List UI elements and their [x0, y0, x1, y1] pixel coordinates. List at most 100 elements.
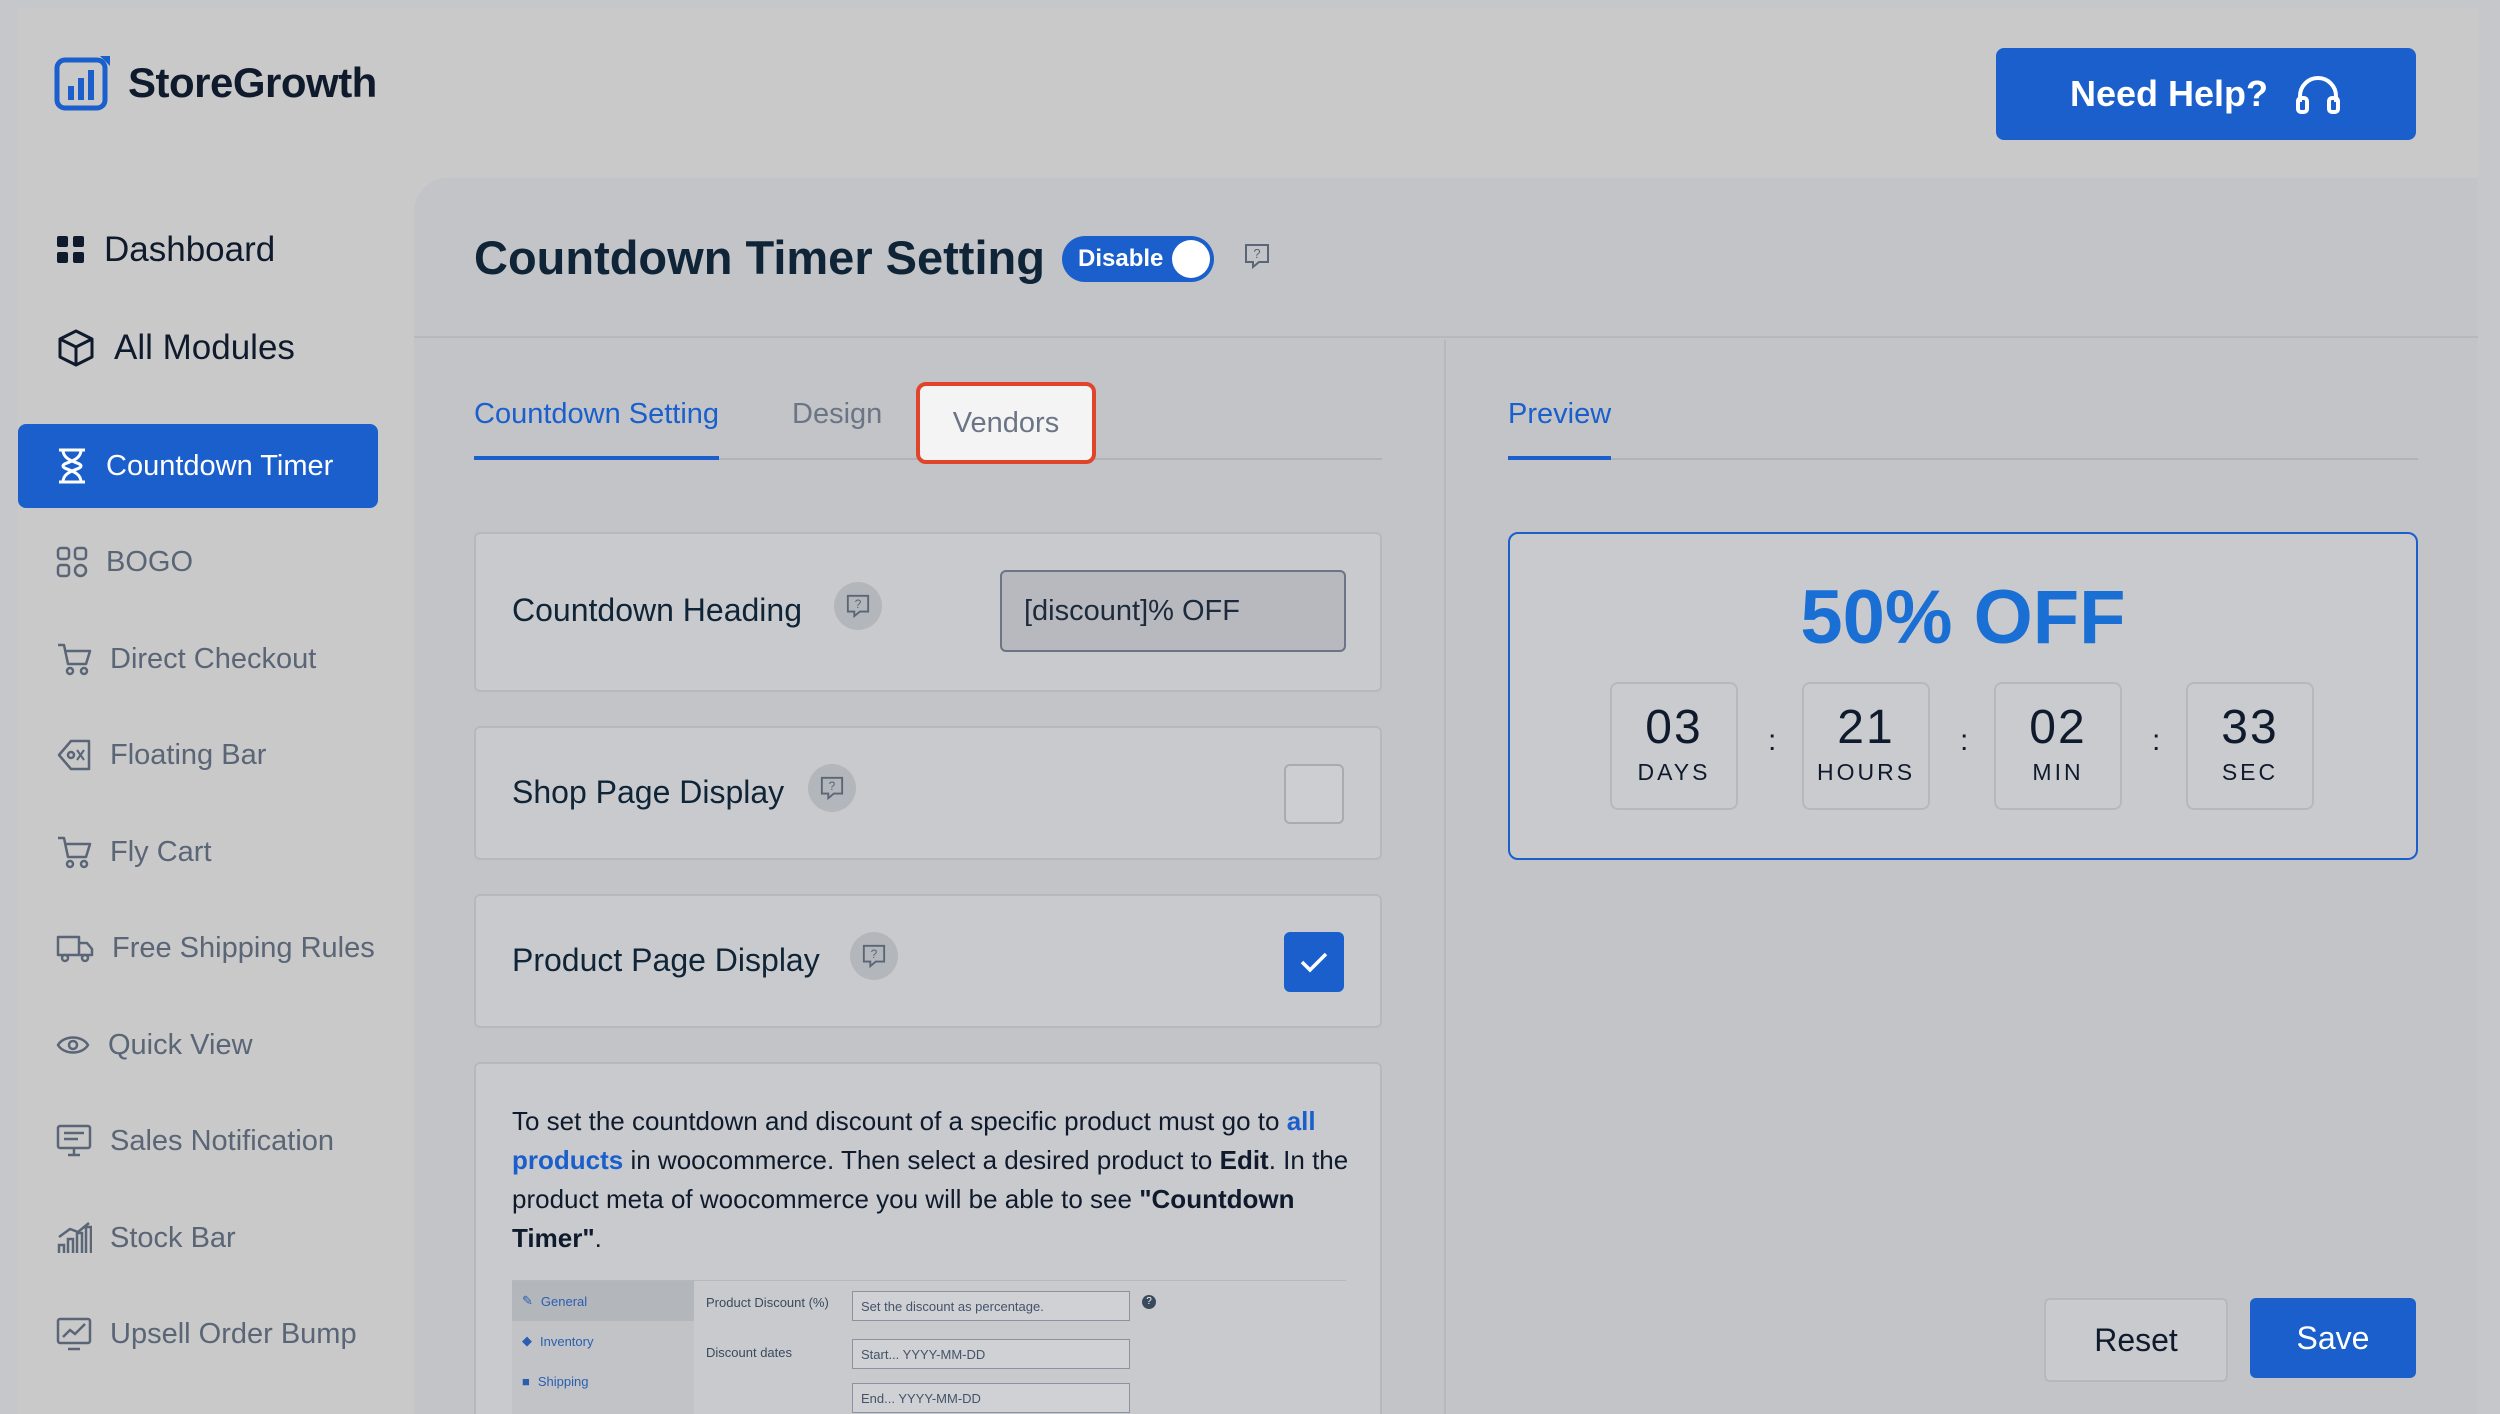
sidebar-item-label: Dashboard [104, 230, 276, 269]
sidebar-item-quick-view[interactable]: Quick View [18, 1003, 378, 1087]
countdown-unit-label: DAYS [1637, 759, 1711, 785]
svg-text:?: ? [829, 779, 836, 793]
countdown-heading-card: Countdown Heading ? [474, 532, 1382, 692]
help-icon: ? [1142, 1295, 1156, 1309]
tab-countdown-setting[interactable]: Countdown Setting [474, 398, 720, 460]
save-button[interactable]: Save [2250, 1298, 2416, 1378]
mini-tab-label: Shipping [537, 1373, 589, 1389]
sidebar-item-label: Free Shipping Rules [112, 931, 375, 964]
help-icon[interactable]: ? [834, 582, 882, 630]
tab-design[interactable]: Design [792, 398, 882, 460]
product-page-display-label: Product Page Display [512, 942, 820, 978]
sidebar-item-direct-checkout[interactable]: Direct Checkout [18, 617, 378, 701]
sidebar-item-label: Fly Cart [110, 835, 212, 868]
page-title: Countdown Timer Setting [474, 231, 1045, 284]
tag-icon [57, 739, 91, 771]
info-text-part: in woocommerce. Then select a desired pr… [623, 1145, 1220, 1175]
need-help-button[interactable]: Need Help? [1996, 48, 2416, 140]
reset-button[interactable]: Reset [2044, 1298, 2228, 1382]
sidebar-item-label: BOGO [106, 545, 194, 578]
sidebar-item-countdown-timer[interactable]: Countdown Timer [18, 424, 378, 508]
cart-icon [58, 643, 92, 676]
cart-icon [58, 836, 92, 869]
tab-vendors[interactable]: Vendors [916, 382, 1096, 464]
shop-page-display-label: Shop Page Display [512, 774, 785, 810]
preview-heading: 50% OFF [1800, 575, 2126, 660]
sidebar-item-label: Countdown Timer [106, 449, 334, 482]
toggle-label: Disable [1078, 245, 1164, 272]
sidebar-item-stock-bar[interactable]: Stock Bar [18, 1196, 378, 1280]
countdown-hours: 21 HOURS [1802, 682, 1930, 810]
countdown-minutes: 02 MIN [1994, 682, 2122, 810]
edit-emphasis: Edit [1219, 1145, 1269, 1175]
svg-text:?: ? [855, 597, 862, 611]
countdown-days: 03 DAYS [1610, 682, 1738, 810]
countdown-value: 02 [2029, 701, 2087, 754]
brand-name: StoreGrowth [128, 59, 377, 106]
info-text-part: To set the countdown and discount of a s… [512, 1106, 1287, 1136]
sidebar-item-label: Direct Checkout [110, 642, 317, 675]
sidebar-item-label: Stock Bar [110, 1221, 236, 1254]
product-meta-screenshot: ✎ General ◆ Inventory ■ Shipping Product Di… [512, 1280, 1346, 1414]
bogo-icon [56, 546, 88, 578]
mini-tab-label: General [540, 1293, 588, 1309]
countdown-preview: 50% OFF 03 DAYS : 21 HOURS : 02 MIN : 33… [1508, 532, 2418, 860]
countdown-unit-label: SEC [2221, 759, 2279, 785]
shop-page-display-checkbox[interactable] [1284, 764, 1344, 824]
countdown-seconds: 33 SEC [2186, 682, 2314, 810]
shop-page-display-card: Shop Page Display ? [474, 726, 1382, 860]
monitor-icon [56, 1124, 92, 1157]
info-card: To set the countdown and discount of a s… [474, 1062, 1382, 1414]
module-enable-toggle[interactable]: Disable [1062, 236, 1214, 282]
countdown-heading-input[interactable] [1000, 570, 1346, 652]
info-text: To set the countdown and discount of a s… [512, 1102, 1352, 1258]
hourglass-icon [59, 448, 85, 484]
logo-icon [54, 56, 110, 111]
sidebar-item-fly-cart[interactable]: Fly Cart [18, 810, 378, 894]
sidebar-item-free-shipping-rules[interactable]: Free Shipping Rules [18, 906, 378, 990]
need-help-label: Need Help? [2069, 73, 2269, 114]
countdown-separator: : [1960, 724, 1969, 757]
truck-icon [56, 935, 94, 963]
sidebar-item-floating-bar[interactable]: Floating Bar [18, 713, 378, 797]
help-icon[interactable]: ? [1244, 243, 1270, 269]
mini-start-input: Start... YYYY-MM-DD [852, 1339, 1130, 1369]
tab-preview[interactable]: Preview [1508, 398, 1612, 460]
sidebar-item-upsell-order-bump[interactable]: Upsell Order Bump [18, 1292, 378, 1376]
sidebar-item-dashboard[interactable]: Dashboard [56, 230, 275, 270]
page-header: Countdown Timer Setting Disable ? [414, 178, 2478, 338]
sidebar-item-label: All Modules [114, 328, 295, 367]
mini-end-input: End... YYYY-MM-DD [852, 1383, 1130, 1413]
check-icon [1300, 952, 1328, 973]
sidebar-item-bogo[interactable]: BOGO [18, 520, 378, 604]
eye-icon [56, 1036, 90, 1054]
countdown-value: 21 [1837, 701, 1895, 754]
wrench-icon: ✎ [522, 1293, 533, 1308]
help-icon[interactable]: ? [850, 932, 898, 980]
countdown-separator: : [2152, 724, 2161, 757]
cube-icon [58, 329, 94, 367]
panel-divider [1444, 340, 1446, 1414]
sidebar-item-label: Upsell Order Bump [110, 1317, 357, 1350]
mini-tab-general: ✎ General [512, 1281, 694, 1321]
chart-icon [56, 1317, 92, 1351]
sidebar-item-sales-notification[interactable]: Sales Notification [18, 1099, 378, 1183]
bar-chart-icon [57, 1222, 92, 1253]
toggle-knob [1172, 240, 1210, 278]
logo[interactable]: StoreGrowth [54, 54, 377, 112]
sidebar-item-all-modules[interactable]: All Modules [56, 328, 295, 368]
countdown-unit-label: MIN [2032, 759, 2084, 785]
mini-discount-label: Product Discount (%) [706, 1295, 829, 1310]
headphones-icon [2296, 76, 2341, 114]
help-icon[interactable]: ? [808, 764, 856, 812]
info-text-part: . [594, 1223, 602, 1253]
diamond-icon: ◆ [522, 1333, 532, 1348]
mini-tab-shipping: ■ Shipping [512, 1361, 694, 1401]
countdown-separator: : [1768, 724, 1777, 757]
mini-tab-inventory: ◆ Inventory [512, 1321, 694, 1361]
countdown-value: 03 [1645, 701, 1703, 754]
sidebar-item-label: Floating Bar [110, 738, 267, 771]
grid-icon [57, 236, 84, 263]
mini-tab-label: Inventory [540, 1333, 594, 1349]
product-page-display-checkbox[interactable] [1284, 932, 1344, 992]
